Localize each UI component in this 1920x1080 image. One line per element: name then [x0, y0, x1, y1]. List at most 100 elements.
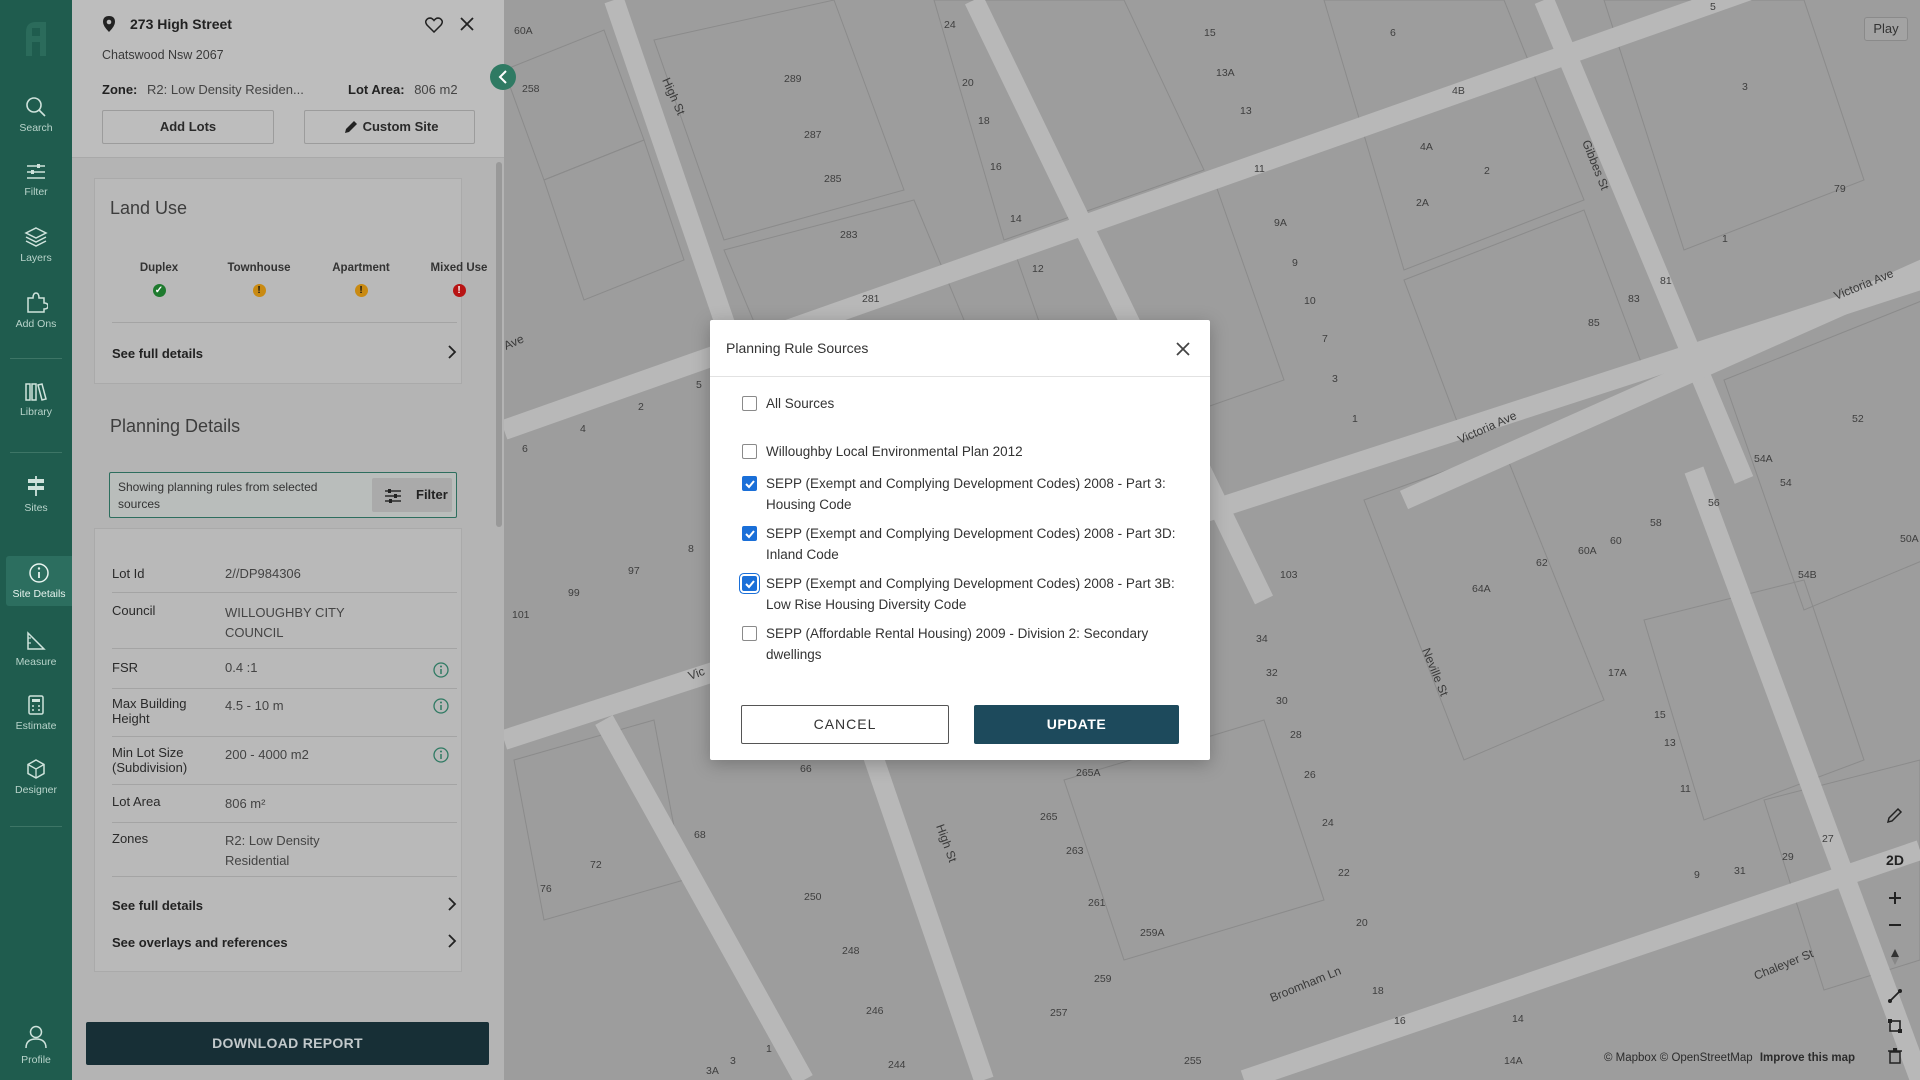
app-logo-icon[interactable] [22, 18, 50, 58]
chevron-right-icon [448, 934, 457, 948]
custom-site-button[interactable]: Custom Site [304, 110, 475, 144]
checkbox-checked[interactable] [742, 576, 757, 591]
nav-filter[interactable]: Filter [0, 162, 72, 198]
filter-notice-text: Showing planning rules from selected sou… [118, 480, 318, 511]
attribution-text[interactable]: © Mapbox © OpenStreetMap [1604, 1052, 1753, 1064]
cancel-button[interactable]: CANCEL [741, 705, 949, 744]
map-lot-label: 14A [1504, 1055, 1523, 1067]
map-lot-label: 24 [1322, 817, 1334, 829]
info-icon[interactable] [433, 662, 449, 678]
site-address: 273 High Street [130, 16, 232, 32]
checkbox[interactable] [742, 626, 757, 641]
collapse-panel-button[interactable] [490, 64, 516, 90]
filter-button[interactable]: Filter [372, 478, 452, 512]
panel-scrollbar[interactable] [496, 162, 502, 527]
add-lots-button[interactable]: Add Lots [102, 110, 274, 144]
heart-icon[interactable] [425, 17, 443, 33]
map-lot-label: 27 [1822, 833, 1834, 845]
pencil-tool[interactable] [1878, 806, 1912, 827]
nav-designer[interactable]: Designer [0, 758, 72, 796]
lot-area-summary: Lot Area: 806 m2 [348, 82, 458, 97]
nav-divider [10, 358, 62, 359]
download-report-button[interactable]: DOWNLOAD REPORT [86, 1022, 489, 1065]
map-lot-label: 60A [514, 25, 533, 37]
street-label: Neville St [1419, 646, 1451, 699]
map-lot-label: 3 [730, 1055, 736, 1067]
compass-button[interactable] [1878, 948, 1912, 969]
draw-polygon-tool[interactable] [1878, 1018, 1912, 1037]
nav-add-ons[interactable]: Add Ons [0, 290, 72, 330]
nav-label: Site Details [12, 588, 66, 600]
nav-measure[interactable]: Measure [0, 630, 72, 668]
map-lot-label: 287 [804, 129, 822, 141]
close-icon[interactable] [460, 17, 474, 31]
divider [112, 688, 457, 689]
checkbox[interactable] [742, 396, 757, 411]
map-lot-label: 83 [1628, 293, 1640, 305]
close-icon[interactable] [1176, 342, 1190, 356]
calculator-icon [28, 695, 44, 715]
map-lot-label: 62 [1536, 557, 1548, 569]
land-use-see-full-details[interactable]: See full details [112, 345, 457, 361]
option-label: SEPP (Affordable Rental Housing) 2009 - … [766, 626, 1149, 662]
map-pin-icon [103, 16, 115, 32]
trash-icon [1888, 1048, 1902, 1064]
map-2d-toggle[interactable]: 2D [1878, 852, 1912, 868]
row-value: WILLOUGHBY CITY COUNCIL [225, 605, 345, 640]
row-value: 4.5 - 10 m [225, 698, 284, 713]
nav-library[interactable]: Library [0, 382, 72, 418]
line-icon [1888, 989, 1902, 1003]
map-lot-label: 54B [1798, 569, 1817, 581]
land-use-label: Townhouse [227, 262, 291, 274]
row-key: Zones [112, 831, 149, 846]
map-lot-label: 29 [1782, 851, 1794, 863]
map-lot-label: 3A [706, 1065, 719, 1077]
map-lot-label: 50A [1900, 533, 1919, 545]
planning-see-full-details[interactable]: See full details [112, 897, 457, 913]
map-lot-label: 289 [784, 73, 802, 85]
delete-tool[interactable] [1878, 1048, 1912, 1067]
nav-estimate[interactable]: Estimate [0, 694, 72, 732]
map-lot-label: 15 [1204, 27, 1216, 39]
nav-site-details[interactable]: Site Details [6, 556, 72, 606]
checkbox[interactable] [742, 444, 757, 459]
zoom-in-button[interactable] [1878, 888, 1912, 911]
nav-sites[interactable]: Sites [0, 474, 72, 514]
see-overlays-and-references[interactable]: See overlays and references [112, 934, 457, 950]
map-lot-label: 5 [1710, 1, 1716, 13]
map-lot-label: 68 [694, 829, 706, 841]
land-use-apartment: Apartment ! [316, 262, 406, 297]
map-lot-label: 8 [688, 543, 694, 555]
zoom-out-button[interactable] [1878, 918, 1912, 935]
map-lot-label: 6 [522, 443, 528, 455]
row-key: Min Lot Size (Subdivision) [112, 745, 188, 775]
measure-icon [27, 631, 46, 650]
map-lot-label: 12 [1032, 263, 1044, 275]
filter-icon [27, 164, 45, 179]
map-lot-label: 32 [1266, 667, 1278, 679]
divider [112, 736, 457, 737]
checkbox-checked[interactable] [742, 476, 757, 491]
info-icon[interactable] [433, 698, 449, 714]
option-label: All Sources [766, 396, 835, 411]
custom-site-label: Custom Site [362, 119, 439, 134]
map-lot-label: 246 [866, 1005, 884, 1017]
draw-line-tool[interactable] [1878, 988, 1912, 1007]
chevron-right-icon [448, 897, 457, 911]
nav-search[interactable]: Search [0, 96, 72, 134]
map-lot-label: 4B [1452, 85, 1465, 97]
divider [112, 648, 457, 649]
row-key: FSR [112, 660, 138, 675]
improve-map-link[interactable]: Improve this map [1760, 1052, 1855, 1064]
nav-layers[interactable]: Layers [0, 226, 72, 264]
map-lot-label: 7 [1322, 333, 1328, 345]
zone-value: R2: Low Density Residen... [147, 82, 304, 97]
info-icon[interactable] [433, 747, 449, 763]
nav-profile[interactable]: Profile [0, 1024, 72, 1066]
play-button[interactable]: Play [1864, 17, 1908, 41]
map-lot-label: 265 [1040, 811, 1058, 823]
update-button[interactable]: UPDATE [974, 705, 1179, 744]
map-lot-label: 20 [962, 77, 974, 89]
row-value: 0.4 :1 [225, 660, 258, 675]
checkbox-checked[interactable] [742, 526, 757, 541]
